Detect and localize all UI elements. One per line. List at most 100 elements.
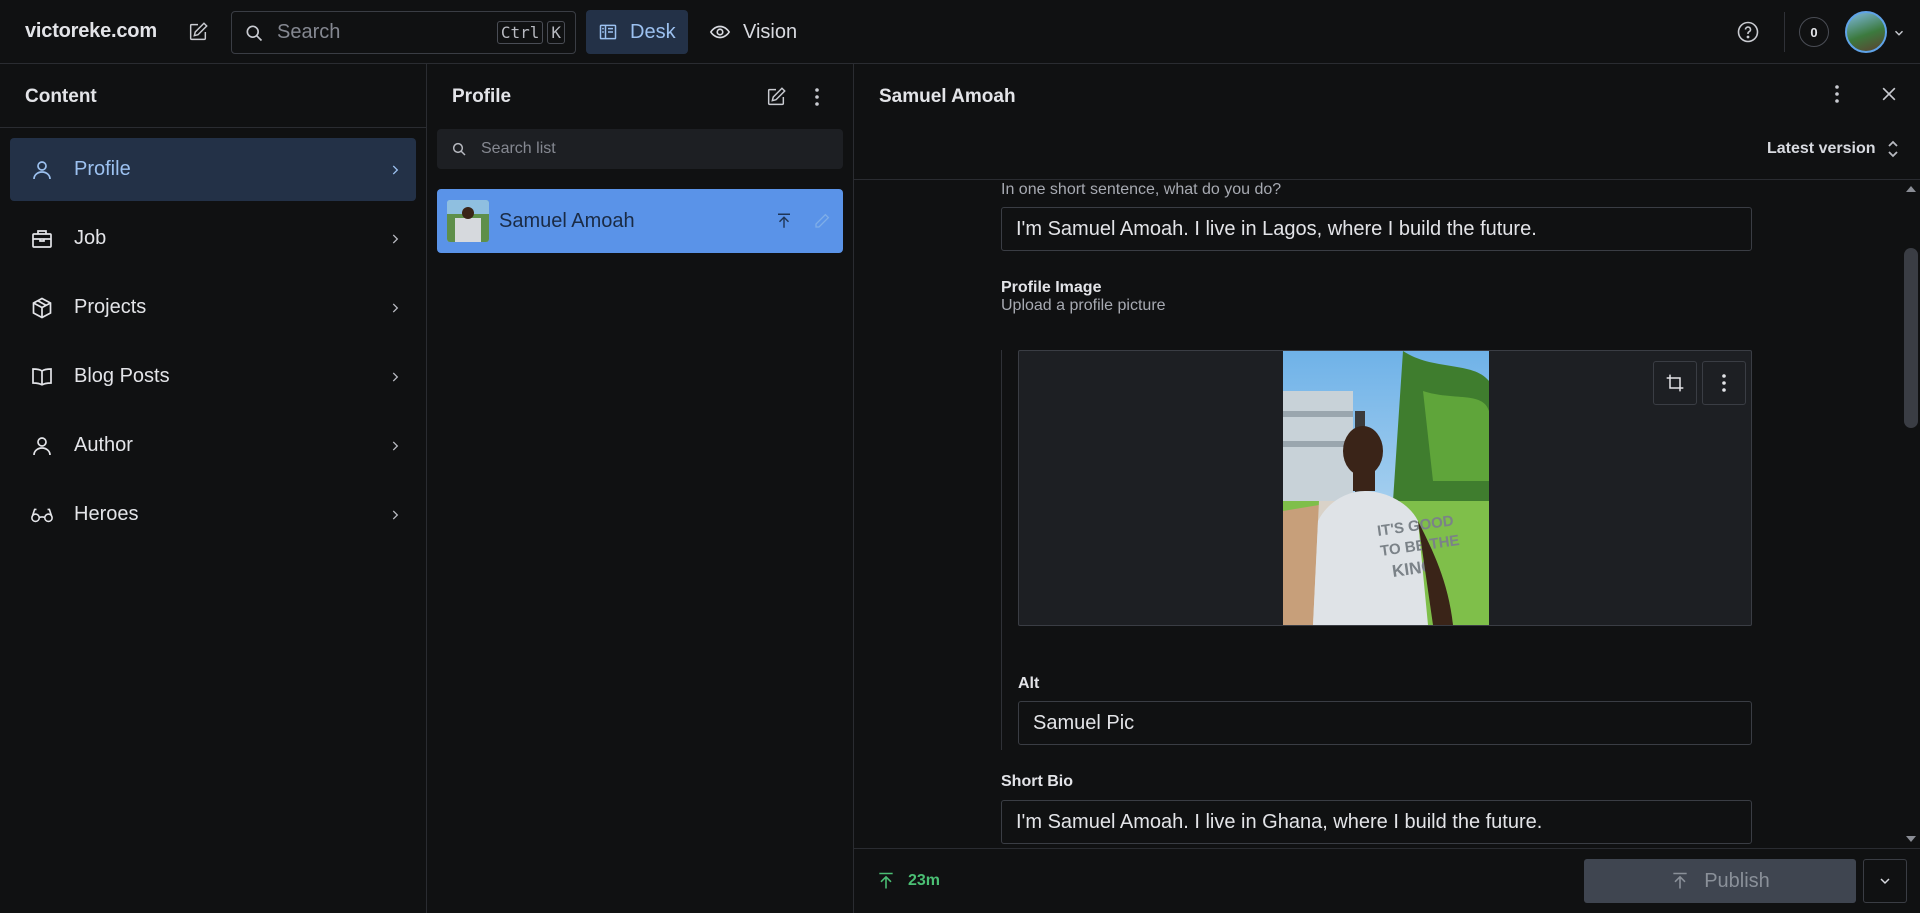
publish-options-button[interactable] <box>1863 859 1907 903</box>
list-item[interactable]: Samuel Amoah <box>437 189 843 253</box>
sidebar-item-label: Heroes <box>74 503 139 525</box>
scroll-up-icon[interactable] <box>1905 184 1917 194</box>
user-avatar[interactable] <box>1845 11 1887 53</box>
crop-icon <box>1665 373 1685 393</box>
create-document-button[interactable] <box>761 82 791 112</box>
sidebar-item-label: Job <box>74 227 107 249</box>
headline-input[interactable]: I'm Samuel Amoah. I live in Lagos, where… <box>1001 207 1752 251</box>
more-vertical-icon <box>1834 84 1840 104</box>
desk-icon <box>598 22 618 42</box>
image-field-indent <box>1001 350 1002 750</box>
chevron-up-down-icon <box>1887 140 1899 158</box>
published-icon <box>775 212 793 230</box>
pane-divider <box>0 127 427 128</box>
shortcut-key-k: K <box>547 21 565 44</box>
pane-title-content: Content <box>25 86 97 107</box>
glasses-icon <box>30 503 54 527</box>
sidebar-item-label: Author <box>74 434 133 456</box>
version-label: Latest version <box>1767 140 1876 157</box>
book-icon <box>30 365 54 389</box>
sidebar-item-profile[interactable]: Profile <box>10 138 416 201</box>
alt-input[interactable]: Samuel Pic <box>1018 701 1752 745</box>
more-vertical-icon <box>1721 373 1727 393</box>
document-thumbnail <box>447 200 489 242</box>
shortcut-key-ctrl: Ctrl <box>496 21 544 44</box>
chevron-right-icon <box>388 232 402 246</box>
new-document-button[interactable] <box>180 16 216 48</box>
short-bio-label: Short Bio <box>1001 773 1073 790</box>
top-navbar: victoreke.com Search Ctrl K Desk Vision … <box>0 0 1920 64</box>
content-structure-pane: Content Profile Job Projects Blog Posts … <box>0 64 427 913</box>
publish-status[interactable]: 23m <box>876 871 940 891</box>
user-icon <box>30 158 54 182</box>
scrollbar-thumb[interactable] <box>1904 248 1918 428</box>
search-icon <box>244 23 264 43</box>
help-button[interactable] <box>1736 20 1760 44</box>
alt-label: Alt <box>1018 675 1040 692</box>
workspace-brand[interactable]: victoreke.com <box>25 20 157 43</box>
document-title: Samuel Amoah <box>879 86 1016 107</box>
sidebar-item-label: Projects <box>74 296 147 318</box>
crop-image-button[interactable] <box>1653 361 1697 405</box>
package-icon <box>30 296 54 320</box>
profile-image-label: Profile Image <box>1001 279 1102 296</box>
chevron-right-icon <box>388 163 402 177</box>
sidebar-item-blog-posts[interactable]: Blog Posts <box>10 345 416 408</box>
briefcase-icon <box>30 227 54 251</box>
chevron-right-icon <box>388 370 402 384</box>
chevron-right-icon <box>388 301 402 315</box>
sidebar-item-author[interactable]: Author <box>10 414 416 477</box>
document-footer: 23m Publish <box>854 848 1920 913</box>
list-search-input[interactable]: Search list <box>437 129 843 169</box>
chevron-right-icon <box>388 439 402 453</box>
tool-vision[interactable]: Vision <box>697 10 807 54</box>
tool-desk[interactable]: Desk <box>586 10 688 54</box>
scroll-down-icon[interactable] <box>1905 834 1917 844</box>
document-form: In one short sentence, what do you do? I… <box>854 180 1900 848</box>
document-editor-pane: Samuel Amoah Latest version In one short… <box>854 64 1920 913</box>
list-item-label: Samuel Amoah <box>499 209 635 232</box>
search-icon <box>451 141 467 157</box>
profile-photo: IT'S GOOD TO BE THE KING <box>1283 351 1489 625</box>
help-icon <box>1736 20 1760 44</box>
list-menu-button[interactable] <box>807 82 827 112</box>
publish-icon <box>1670 871 1690 891</box>
sidebar-item-projects[interactable]: Projects <box>10 276 416 339</box>
tool-desk-label: Desk <box>630 20 676 43</box>
search-placeholder: Search <box>277 21 341 43</box>
profile-image-description: Upload a profile picture <box>1001 297 1166 314</box>
edit-icon <box>813 212 831 230</box>
sidebar-item-job[interactable]: Job <box>10 207 416 270</box>
compose-icon <box>765 86 787 108</box>
publish-label: Publish <box>1704 869 1770 892</box>
sidebar-item-label: Blog Posts <box>74 365 170 387</box>
chevron-down-icon[interactable] <box>1892 26 1906 40</box>
profile-image-preview[interactable]: IT'S GOOD TO BE THE KING <box>1018 350 1752 626</box>
pane-title-profile: Profile <box>452 86 512 107</box>
notification-count-badge[interactable]: 0 <box>1799 17 1829 47</box>
short-bio-input[interactable]: I'm Samuel Amoah. I live in Ghana, where… <box>1001 800 1752 844</box>
chevron-down-icon <box>1877 873 1893 889</box>
headline-description: In one short sentence, what do you do? <box>1001 181 1282 198</box>
document-menu-button[interactable] <box>1834 84 1840 104</box>
image-menu-button[interactable] <box>1702 361 1746 405</box>
user-icon <box>30 434 54 458</box>
compose-icon <box>187 21 209 43</box>
document-list-pane: Profile Search list Samuel Amoah <box>427 64 854 913</box>
chevron-right-icon <box>388 508 402 522</box>
eye-icon <box>709 21 731 43</box>
tool-vision-label: Vision <box>743 20 798 43</box>
version-selector[interactable]: Latest version <box>1767 140 1899 158</box>
publish-status-time: 23m <box>908 872 941 889</box>
close-icon <box>1879 84 1899 104</box>
published-icon <box>876 871 896 891</box>
sidebar-item-label: Profile <box>74 158 131 180</box>
sidebar-item-heroes[interactable]: Heroes <box>10 483 416 546</box>
list-search-placeholder: Search list <box>481 140 556 157</box>
more-vertical-icon <box>814 87 820 107</box>
topbar-divider <box>1784 12 1785 52</box>
global-search-input[interactable]: Search Ctrl K <box>231 11 576 54</box>
close-pane-button[interactable] <box>1879 84 1899 104</box>
search-shortcut: Ctrl K <box>496 21 569 44</box>
publish-button[interactable]: Publish <box>1584 859 1856 903</box>
